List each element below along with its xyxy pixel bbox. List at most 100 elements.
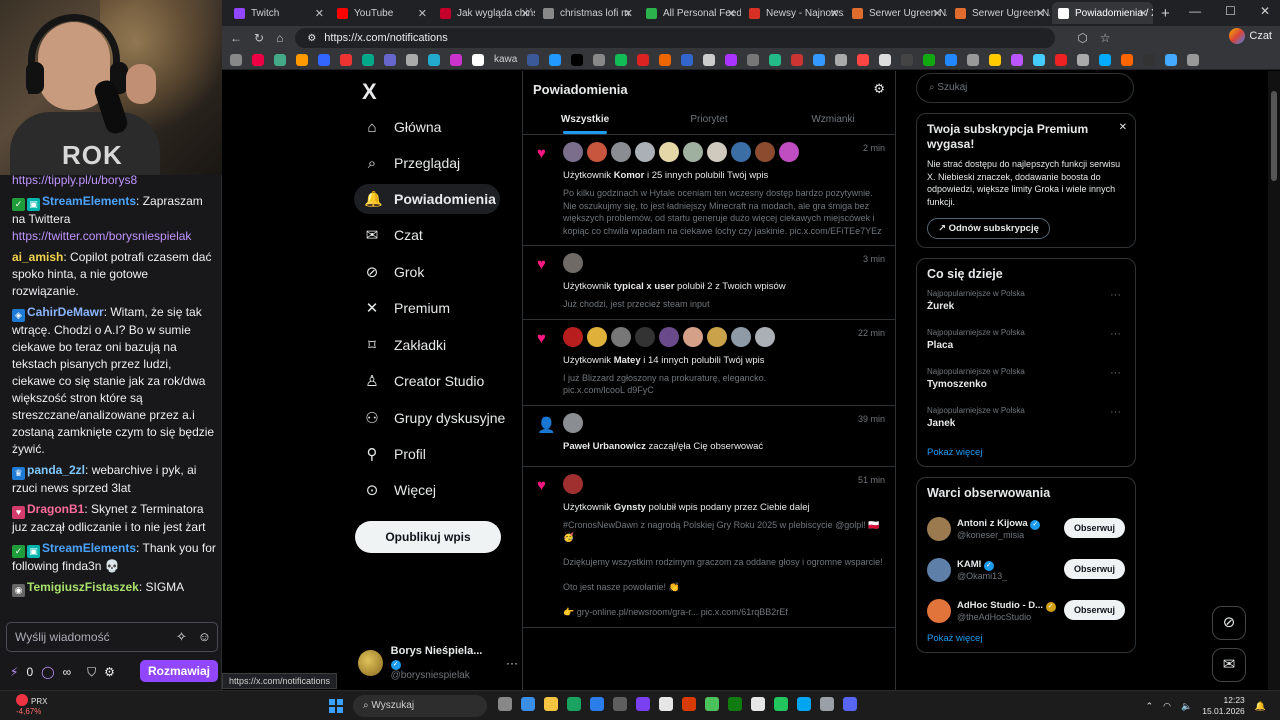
bookmark-favicon-icon[interactable] xyxy=(428,53,440,66)
bookmark-favicon-icon[interactable] xyxy=(791,53,804,66)
avatar[interactable] xyxy=(611,326,631,347)
avatar[interactable] xyxy=(659,326,679,347)
taskbar-app-icon[interactable] xyxy=(498,697,512,711)
chat-link[interactable]: https://tipply.pl/u/borys8 xyxy=(12,173,137,187)
tab-close-icon[interactable]: ✕ xyxy=(830,7,839,20)
stock-widget[interactable]: PRX -4,67% xyxy=(16,694,47,717)
avatar[interactable] xyxy=(563,412,583,433)
tab-wzmianki[interactable]: Wzmianki xyxy=(771,107,895,134)
bookmark-favicon-icon[interactable] xyxy=(384,53,396,66)
chat-username[interactable]: TemigiuszFistaszek xyxy=(27,580,139,594)
avatar[interactable] xyxy=(659,142,679,162)
tab-close-icon[interactable]: ✕ xyxy=(933,7,942,20)
taskbar-app-icon[interactable] xyxy=(590,697,604,711)
tab-close-icon[interactable]: ✕ xyxy=(315,7,324,20)
notification-item[interactable]: ♥ 51 min Użytkownik Gynsty polubił wpis po… xyxy=(523,467,895,628)
bookmark-label[interactable]: kawa xyxy=(494,54,517,65)
avatar[interactable] xyxy=(707,142,727,162)
bookmark-favicon-icon[interactable] xyxy=(747,53,760,66)
new-tab-icon[interactable]: + xyxy=(1161,5,1170,22)
minimize-icon[interactable]: — xyxy=(1189,4,1201,18)
notification-item[interactable]: ♥ 2 min Użytkownik Komor i 25 innych polub… xyxy=(523,135,895,246)
follow-button[interactable]: Obserwuj xyxy=(1063,518,1125,538)
avatar[interactable] xyxy=(563,142,583,162)
avatar[interactable] xyxy=(707,326,727,347)
bookmark-favicon-icon[interactable] xyxy=(593,53,606,66)
crown-badge-icon[interactable]: ♛ xyxy=(12,467,25,480)
bookmark-favicon-icon[interactable] xyxy=(835,53,848,66)
follow-button[interactable]: Obserwuj xyxy=(1063,559,1125,579)
wifi-icon[interactable]: ◠ xyxy=(1163,701,1171,712)
nav-item-communities[interactable]: ⚇ Grupy dyskusyjne xyxy=(354,403,515,433)
nav-item-bookmark[interactable]: ⌑ Zakładki xyxy=(354,330,456,360)
start-menu-icon[interactable] xyxy=(329,699,343,713)
bookmark-favicon-icon[interactable] xyxy=(340,53,352,66)
account-switcher[interactable]: Borys Nieśpiela... ✓ @borysniespielak ··… xyxy=(358,645,518,681)
bookmark-favicon-icon[interactable] xyxy=(274,53,286,66)
bot-badge-icon[interactable]: ▣ xyxy=(27,198,40,211)
check-badge-icon[interactable]: ✓ xyxy=(12,198,25,211)
browser-tab[interactable]: Serwer Ugreen NAS✕ xyxy=(846,2,947,24)
bookmark-favicon-icon[interactable] xyxy=(1033,53,1046,66)
taskbar-app-icon[interactable] xyxy=(521,697,535,711)
taskbar-app-icon[interactable] xyxy=(705,697,719,711)
avatar[interactable] xyxy=(683,326,703,347)
bookmark-favicon-icon[interactable] xyxy=(879,53,892,66)
emote-icon[interactable]: ☺ xyxy=(198,629,211,644)
taskbar-app-icon[interactable] xyxy=(843,697,857,711)
heart-badge-icon[interactable]: ♥ xyxy=(12,506,25,519)
nav-item-home[interactable]: ⌂ Główna xyxy=(354,112,451,142)
tab-wszystkie[interactable]: Wszystkie xyxy=(523,107,647,134)
notification-item[interactable]: 👤 39 min Paweł Urbanowicz zaczął/ęła Cię o… xyxy=(523,406,895,467)
renew-subscription-button[interactable]: ↗ Odnów subskrypcję xyxy=(927,218,1050,239)
bookmark-favicon-icon[interactable] xyxy=(769,53,782,66)
site-info-icon[interactable]: ⚙ xyxy=(307,33,316,44)
trend-item[interactable]: Najpopularniejsze w Polska Placa ··· xyxy=(927,328,1125,367)
bookmark-favicon-icon[interactable] xyxy=(1055,53,1068,66)
notification-item[interactable]: ♥ 22 min Użytkownik Matey i 14 innych polu… xyxy=(523,320,895,406)
close-icon[interactable]: ✕ xyxy=(1119,122,1127,133)
taskbar-app-icon[interactable] xyxy=(636,697,650,711)
tab-close-icon[interactable]: ✕ xyxy=(418,7,427,20)
avatar[interactable] xyxy=(563,473,583,494)
chat-username[interactable]: panda_2zl xyxy=(27,463,85,477)
x-logo[interactable]: X xyxy=(362,79,377,105)
nav-item-x-premium[interactable]: ✕ Premium xyxy=(354,293,460,323)
tab-close-icon[interactable]: ✕ xyxy=(624,7,633,20)
taskbar-app-icon[interactable] xyxy=(659,697,673,711)
bookmark-favicon-icon[interactable] xyxy=(296,53,308,66)
who-to-follow-show-more-link[interactable]: Pokaż więcej xyxy=(927,633,1125,644)
page-scrollbar[interactable] xyxy=(1268,71,1280,690)
tab-close-icon[interactable]: ✕ xyxy=(1036,7,1045,20)
nav-item-grok[interactable]: ⊘ Grok xyxy=(354,257,434,287)
nav-item-creator-studio[interactable]: ♙ Creator Studio xyxy=(354,366,494,396)
avatar[interactable] xyxy=(779,142,799,162)
browser-tab[interactable]: YouTube ✕ xyxy=(331,2,432,24)
chat-username[interactable]: CahirDeMawr xyxy=(27,305,104,319)
browser-profile[interactable]: Czat xyxy=(1229,28,1272,44)
title-user[interactable]: Matey xyxy=(614,355,641,366)
check-badge-icon[interactable]: ✓ xyxy=(12,545,25,558)
bookmark-favicon-icon[interactable] xyxy=(318,53,330,66)
trend-item[interactable]: Najpopularniejsze w Polska Tymoszenko ··· xyxy=(927,367,1125,406)
clock[interactable]: 12:23 15.01.2026 xyxy=(1202,695,1245,717)
avatar[interactable] xyxy=(563,326,583,347)
avatar[interactable] xyxy=(587,326,607,347)
more-options-icon[interactable]: ··· xyxy=(1110,367,1121,379)
scrollbar-thumb[interactable] xyxy=(1271,91,1277,181)
title-user[interactable]: typical x user xyxy=(614,281,675,292)
bookmark-favicon-icon[interactable] xyxy=(901,53,914,66)
bot-badge-icon[interactable]: ▣ xyxy=(27,545,40,558)
title-user[interactable]: Komor xyxy=(614,170,645,181)
follow-button[interactable]: Obserwuj xyxy=(1063,600,1125,620)
trends-show-more-link[interactable]: Pokaż więcej xyxy=(927,447,1125,458)
avatar[interactable] xyxy=(755,326,775,347)
address-bar[interactable]: ⚙ https://x.com/notifications xyxy=(295,28,1056,48)
avatar[interactable] xyxy=(731,326,751,347)
taskbar-search[interactable]: ⌕ Wyszukaj xyxy=(353,695,487,717)
bookmark-favicon-icon[interactable] xyxy=(252,53,264,66)
browser-tab[interactable]: All Personal Feeds ✕ xyxy=(640,2,741,24)
bookmark-favicon-icon[interactable] xyxy=(989,53,1002,66)
avatar[interactable] xyxy=(927,598,951,623)
grok-floating-icon[interactable]: ⊘ xyxy=(1212,606,1246,640)
